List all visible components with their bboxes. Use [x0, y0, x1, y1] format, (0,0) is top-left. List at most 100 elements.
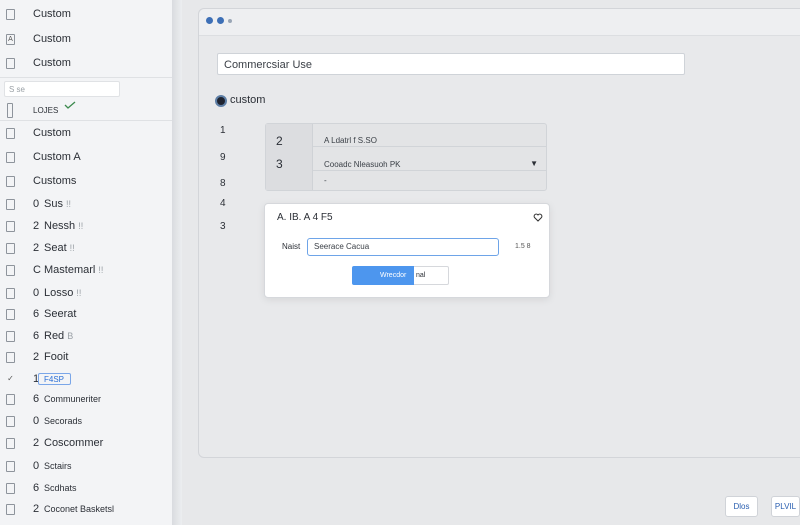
sidebar-item-number: 2	[33, 242, 40, 254]
checkbox-icon[interactable]	[6, 8, 15, 20]
panel-row-text: A Ldatrl f S.SO	[324, 136, 377, 145]
sidebar-item-label: Coscommer	[44, 437, 104, 449]
checkbox-icon[interactable]	[6, 127, 15, 139]
checkbox-icon[interactable]	[6, 287, 15, 299]
radio-button[interactable]	[215, 95, 227, 107]
sidebar-item-label: Custom A	[33, 151, 81, 163]
close-icon[interactable]	[533, 212, 543, 222]
sidebar-item[interactable]: 6 Red B	[0, 325, 172, 347]
sidebar-item[interactable]: 6 Scdhats	[0, 477, 172, 499]
checkbox-icon[interactable]	[7, 102, 13, 118]
checkbox-icon[interactable]	[6, 57, 15, 69]
sidebar-item[interactable]: 2 Nessh!!	[0, 215, 172, 237]
sidebar-item[interactable]: Customs	[0, 170, 172, 192]
sidebar-item[interactable]: Custom A	[0, 146, 172, 168]
sidebar-item-number: 6	[33, 308, 40, 320]
checkbox-icon[interactable]	[6, 308, 15, 320]
sidebar-item[interactable]: 6 Seerat	[0, 303, 172, 325]
sidebar-item-label: Fooit	[44, 351, 69, 363]
sidebar-item[interactable]: 2 Fooit	[0, 346, 172, 368]
divider	[0, 120, 172, 121]
sidebar-item-number: C	[33, 264, 41, 276]
sidebar-item-number: 2	[33, 503, 40, 515]
checkbox-icon[interactable]	[6, 264, 15, 276]
checkbox-icon[interactable]: A	[6, 33, 15, 45]
sidebar-item[interactable]: 2 Coconet Basketsl	[0, 498, 172, 520]
panel-row-number: 3	[276, 157, 283, 171]
sidebar-item[interactable]: A Custom	[0, 28, 172, 50]
divider	[0, 77, 172, 78]
checkmark-icon	[64, 101, 76, 109]
name-field[interactable]: Seerace Cacua	[307, 238, 499, 256]
window-control-icon[interactable]	[206, 17, 213, 24]
checkmark-icon[interactable]: ✓	[6, 374, 15, 385]
panel-row-number: 2	[276, 134, 283, 148]
window-control-icon[interactable]	[228, 19, 232, 23]
sidebar-item-label: F4SP	[44, 374, 65, 384]
sidebar-item-label: Mastemarl!!	[44, 264, 104, 276]
sidebar-item[interactable]: Custom	[0, 3, 172, 25]
dialog-title: A. IB. A 4 F5	[277, 212, 333, 223]
sidebar-search-input[interactable]: S se	[4, 81, 120, 97]
sidebar-item[interactable]: 2 Coscommer	[0, 432, 172, 454]
row-number: 4	[220, 198, 226, 209]
sidebar-item-label: Custom	[33, 33, 71, 45]
sidebar-item[interactable]: Custom	[0, 52, 172, 74]
checkbox-icon[interactable]	[6, 482, 15, 494]
panel-dropdown[interactable]: Cooadc Nleasuoh PK	[324, 160, 401, 169]
field-meta: 1.5 8	[515, 243, 531, 250]
sidebar-item[interactable]: 0 Losso!!	[0, 282, 172, 304]
sidebar-item-number: 0	[33, 287, 40, 299]
search-input[interactable]: Commercsiar Use	[217, 53, 685, 75]
sidebar-item-label: Secorads	[44, 416, 83, 426]
window-control-icon[interactable]	[217, 17, 224, 24]
row-number: 9	[220, 152, 226, 163]
checkbox-icon[interactable]	[6, 351, 15, 363]
sidebar-item[interactable]: 0 Sus!!	[0, 193, 172, 215]
sidebar-item-label: Communeriter	[44, 394, 102, 404]
checkbox-icon[interactable]	[6, 220, 15, 232]
sidebar-item[interactable]: 0 Secorads	[0, 410, 172, 432]
sidebar-resize-handle[interactable]	[172, 0, 182, 525]
row-number: 1	[220, 125, 226, 136]
panel-row-text: -	[324, 176, 327, 185]
checkbox-icon[interactable]	[6, 460, 15, 472]
checkbox-icon[interactable]	[6, 437, 15, 449]
sidebar-item[interactable]: Custom	[0, 122, 172, 144]
sidebar-item-number: 6	[33, 482, 40, 494]
sidebar-item-label: Scdhats	[44, 483, 77, 493]
sidebar-item[interactable]: 0 Sctairs	[0, 455, 172, 477]
sidebar-item-label: Seerat	[44, 308, 77, 320]
checkbox-icon[interactable]	[6, 198, 15, 210]
sidebar-item-number: 0	[33, 415, 40, 427]
close-button[interactable]: Dlos	[725, 496, 758, 517]
sidebar-item[interactable]: 6 Communeriter	[0, 388, 172, 410]
secondary-button-label: nal	[416, 272, 426, 279]
chevron-down-icon[interactable]: ▼	[530, 159, 538, 168]
checkbox-icon[interactable]	[6, 503, 15, 515]
sidebar-item[interactable]: C Mastemarl!!	[0, 259, 172, 281]
preview-button[interactable]: PLVIL	[771, 496, 800, 517]
sidebar-item-label: Seat!!	[44, 242, 75, 254]
sidebar-item-number: 6	[33, 393, 40, 405]
primary-button[interactable]: Wrecdor	[352, 266, 414, 285]
checkbox-icon[interactable]	[6, 175, 15, 187]
checkbox-icon[interactable]	[6, 415, 15, 427]
sidebar-item-number: 2	[33, 220, 40, 232]
checkbox-icon[interactable]	[6, 330, 15, 342]
sidebar-item-label: Nessh!!	[44, 220, 84, 232]
sidebar-item-label: Coconet Basketsl	[44, 504, 115, 514]
row-number: 8	[220, 178, 226, 189]
checkbox-icon[interactable]	[6, 393, 15, 405]
sidebar-item-number: 2	[33, 351, 40, 363]
checkbox-icon[interactable]	[6, 151, 15, 163]
sidebar-item[interactable]: LOJES	[0, 99, 172, 121]
checkbox-icon[interactable]	[6, 242, 15, 254]
sidebar-item-label: LOJES	[33, 105, 59, 115]
sidebar-item-number: 2	[33, 437, 40, 449]
window-titlebar	[199, 9, 800, 36]
sidebar-item[interactable]: 2 Seat!!	[0, 237, 172, 259]
sidebar-item-label: Custom	[33, 57, 71, 69]
sidebar-item-selected[interactable]: ✓ 1 F4SP	[0, 368, 172, 390]
sidebar-item-label: Customs	[33, 175, 77, 187]
